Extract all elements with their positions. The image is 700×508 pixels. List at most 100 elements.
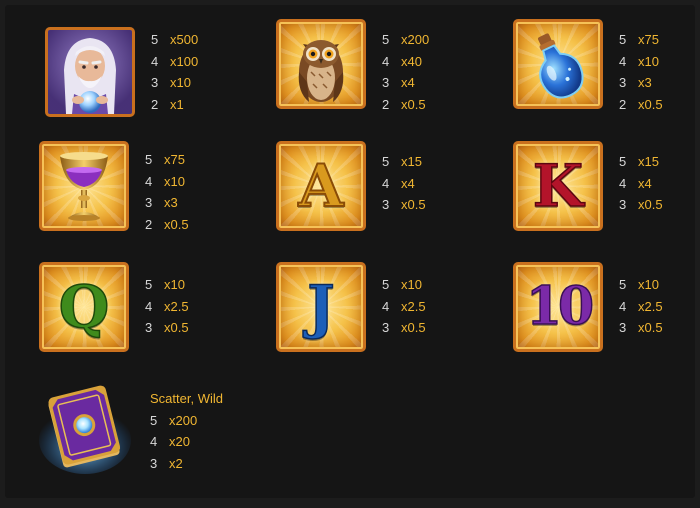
payout-row: 2 x0.5: [619, 94, 663, 116]
paytable-entry-ten: 10 5 x10 4 x2.5 3 x0.5: [513, 262, 693, 362]
king-glyph: K: [532, 152, 584, 220]
payout-multiplier: x0.5: [401, 197, 426, 212]
symbol-count: 2: [145, 216, 153, 232]
wizard-icon: [45, 27, 135, 117]
payout-row: 3 x0.5: [619, 317, 663, 339]
symbol-count: 4: [382, 53, 390, 69]
paytable-payouts: Scatter, Wild 5 x200 4 x20 3 x2: [150, 388, 223, 474]
symbol-count: 5: [145, 277, 153, 292]
payout-multiplier: x20: [169, 434, 190, 449]
payout-multiplier: x0.5: [401, 320, 426, 335]
symbol-count: 2: [619, 96, 627, 112]
paytable-entry-king: K 5 x15 4 x4 3 x0.5: [513, 141, 693, 241]
payout-multiplier: x2.5: [401, 298, 426, 314]
paytable-payouts: 5 x75 4 x10 3 x3 2 x0.5: [145, 149, 189, 235]
payout-multiplier: x2: [169, 455, 183, 471]
ace-symbol-tile: A: [276, 141, 366, 231]
payout-multiplier: x10: [638, 53, 659, 69]
payout-row: 3 x0.5: [382, 317, 426, 339]
payout-multiplier: x200: [169, 412, 198, 428]
payout-row: 3 x2: [150, 453, 223, 475]
payout-multiplier: x10: [164, 277, 185, 292]
paytable-payouts: 5 x500 4 x100 3 x10 2 x1: [151, 29, 198, 115]
payout-multiplier: x200: [401, 32, 430, 47]
payout-row: 3 x3: [619, 72, 663, 94]
symbol-caption: Scatter, Wild: [150, 391, 223, 406]
payout-multiplier: x10: [638, 277, 659, 292]
symbol-count: 3: [382, 320, 390, 335]
payout-row: 5 x200: [150, 410, 223, 432]
payout-row: 4 x100: [151, 51, 198, 73]
payout-row: 4 x10: [145, 171, 189, 193]
payout-row: 2 x0.5: [145, 214, 189, 236]
symbol-count: 4: [151, 53, 159, 69]
paytable-payouts: 5 x10 4 x2.5 3 x0.5: [382, 274, 426, 339]
payout-row: 3 x0.5: [145, 317, 189, 339]
payout-row: 2 x1: [151, 94, 198, 116]
payout-row: 3 x0.5: [619, 194, 663, 216]
payout-multiplier: x0.5: [638, 320, 663, 335]
paytable-payouts: 5 x15 4 x4 3 x0.5: [619, 151, 663, 216]
symbol-count: 5: [619, 32, 627, 47]
payout-multiplier: x0.5: [638, 197, 663, 212]
symbol-count: 3: [151, 75, 159, 90]
symbol-count: 4: [145, 173, 153, 189]
payout-row: 5 x15: [619, 151, 663, 173]
symbol-count: 2: [151, 96, 159, 112]
payout-multiplier: x4: [401, 175, 415, 191]
paytable-entry-goblet: 5 x75 4 x10 3 x3 2 x0.5: [39, 141, 239, 241]
symbol-count: 5: [619, 277, 627, 292]
potion-bottle-icon: [513, 19, 603, 109]
payout-row: 4 x2.5: [145, 296, 189, 318]
payout-multiplier: x0.5: [638, 96, 663, 112]
symbol-count: 4: [382, 298, 390, 314]
paytable-payouts: 5 x10 4 x2.5 3 x0.5: [619, 274, 663, 339]
symbol-count: 5: [382, 154, 390, 169]
symbol-count: 4: [145, 298, 153, 314]
king-symbol-tile: K: [513, 141, 603, 231]
payout-multiplier: x4: [638, 175, 652, 191]
paytable-entry-potion: 5 x75 4 x10 3 x3 2 x0.5: [513, 19, 693, 119]
owl-icon: [276, 19, 366, 109]
paytable-entry-queen: Q 5 x10 4 x2.5 3 x0.5: [39, 262, 239, 362]
paytable-panel: 5 x500 4 x100 3 x10 2 x1 5 x200 4 x40 3 …: [5, 5, 695, 498]
queen-symbol-tile: Q: [39, 262, 129, 352]
payout-multiplier: x10: [170, 75, 191, 90]
payout-row: 5 x10: [382, 274, 426, 296]
symbol-count: 5: [150, 412, 158, 428]
symbol-count: 5: [382, 32, 390, 47]
payout-row: 5 x75: [145, 149, 189, 171]
queen-glyph: Q: [58, 273, 110, 341]
payout-multiplier: x10: [164, 173, 185, 189]
spell-book-icon: [37, 380, 133, 476]
payout-multiplier: x75: [164, 152, 185, 167]
payout-multiplier: x15: [401, 154, 422, 169]
payout-row: 4 x4: [619, 173, 663, 195]
payout-multiplier: x0.5: [164, 320, 189, 335]
payout-row: 5 x10: [619, 274, 663, 296]
payout-multiplier: x4: [401, 75, 415, 90]
payout-multiplier: x75: [638, 32, 659, 47]
payout-row: 4 x10: [619, 51, 663, 73]
payout-row: 4 x40: [382, 51, 429, 73]
paytable-payouts: 5 x200 4 x40 3 x4 2 x0.5: [382, 29, 429, 115]
payout-multiplier: x2.5: [164, 298, 189, 314]
paytable-entry-owl: 5 x200 4 x40 3 x4 2 x0.5: [276, 19, 476, 119]
payout-multiplier: x0.5: [401, 96, 426, 112]
symbol-count: 3: [619, 320, 627, 335]
ace-glyph: A: [297, 152, 344, 220]
payout-multiplier: x0.5: [164, 216, 189, 232]
payout-row: 4 x2.5: [619, 296, 663, 318]
payout-row: 4 x2.5: [382, 296, 426, 318]
symbol-count: 3: [145, 320, 153, 335]
payout-multiplier: x3: [638, 75, 652, 90]
jack-glyph: J: [307, 273, 336, 341]
payout-row: 3 x3: [145, 192, 189, 214]
symbol-count: 3: [382, 197, 390, 212]
symbol-count: 5: [151, 32, 159, 47]
payout-row: 4 x20: [150, 431, 223, 453]
payout-row: 3 x10: [151, 72, 198, 94]
payout-multiplier: x10: [401, 277, 422, 292]
ten-symbol-tile: 10: [513, 262, 603, 352]
payout-row: 5 x10: [145, 274, 189, 296]
